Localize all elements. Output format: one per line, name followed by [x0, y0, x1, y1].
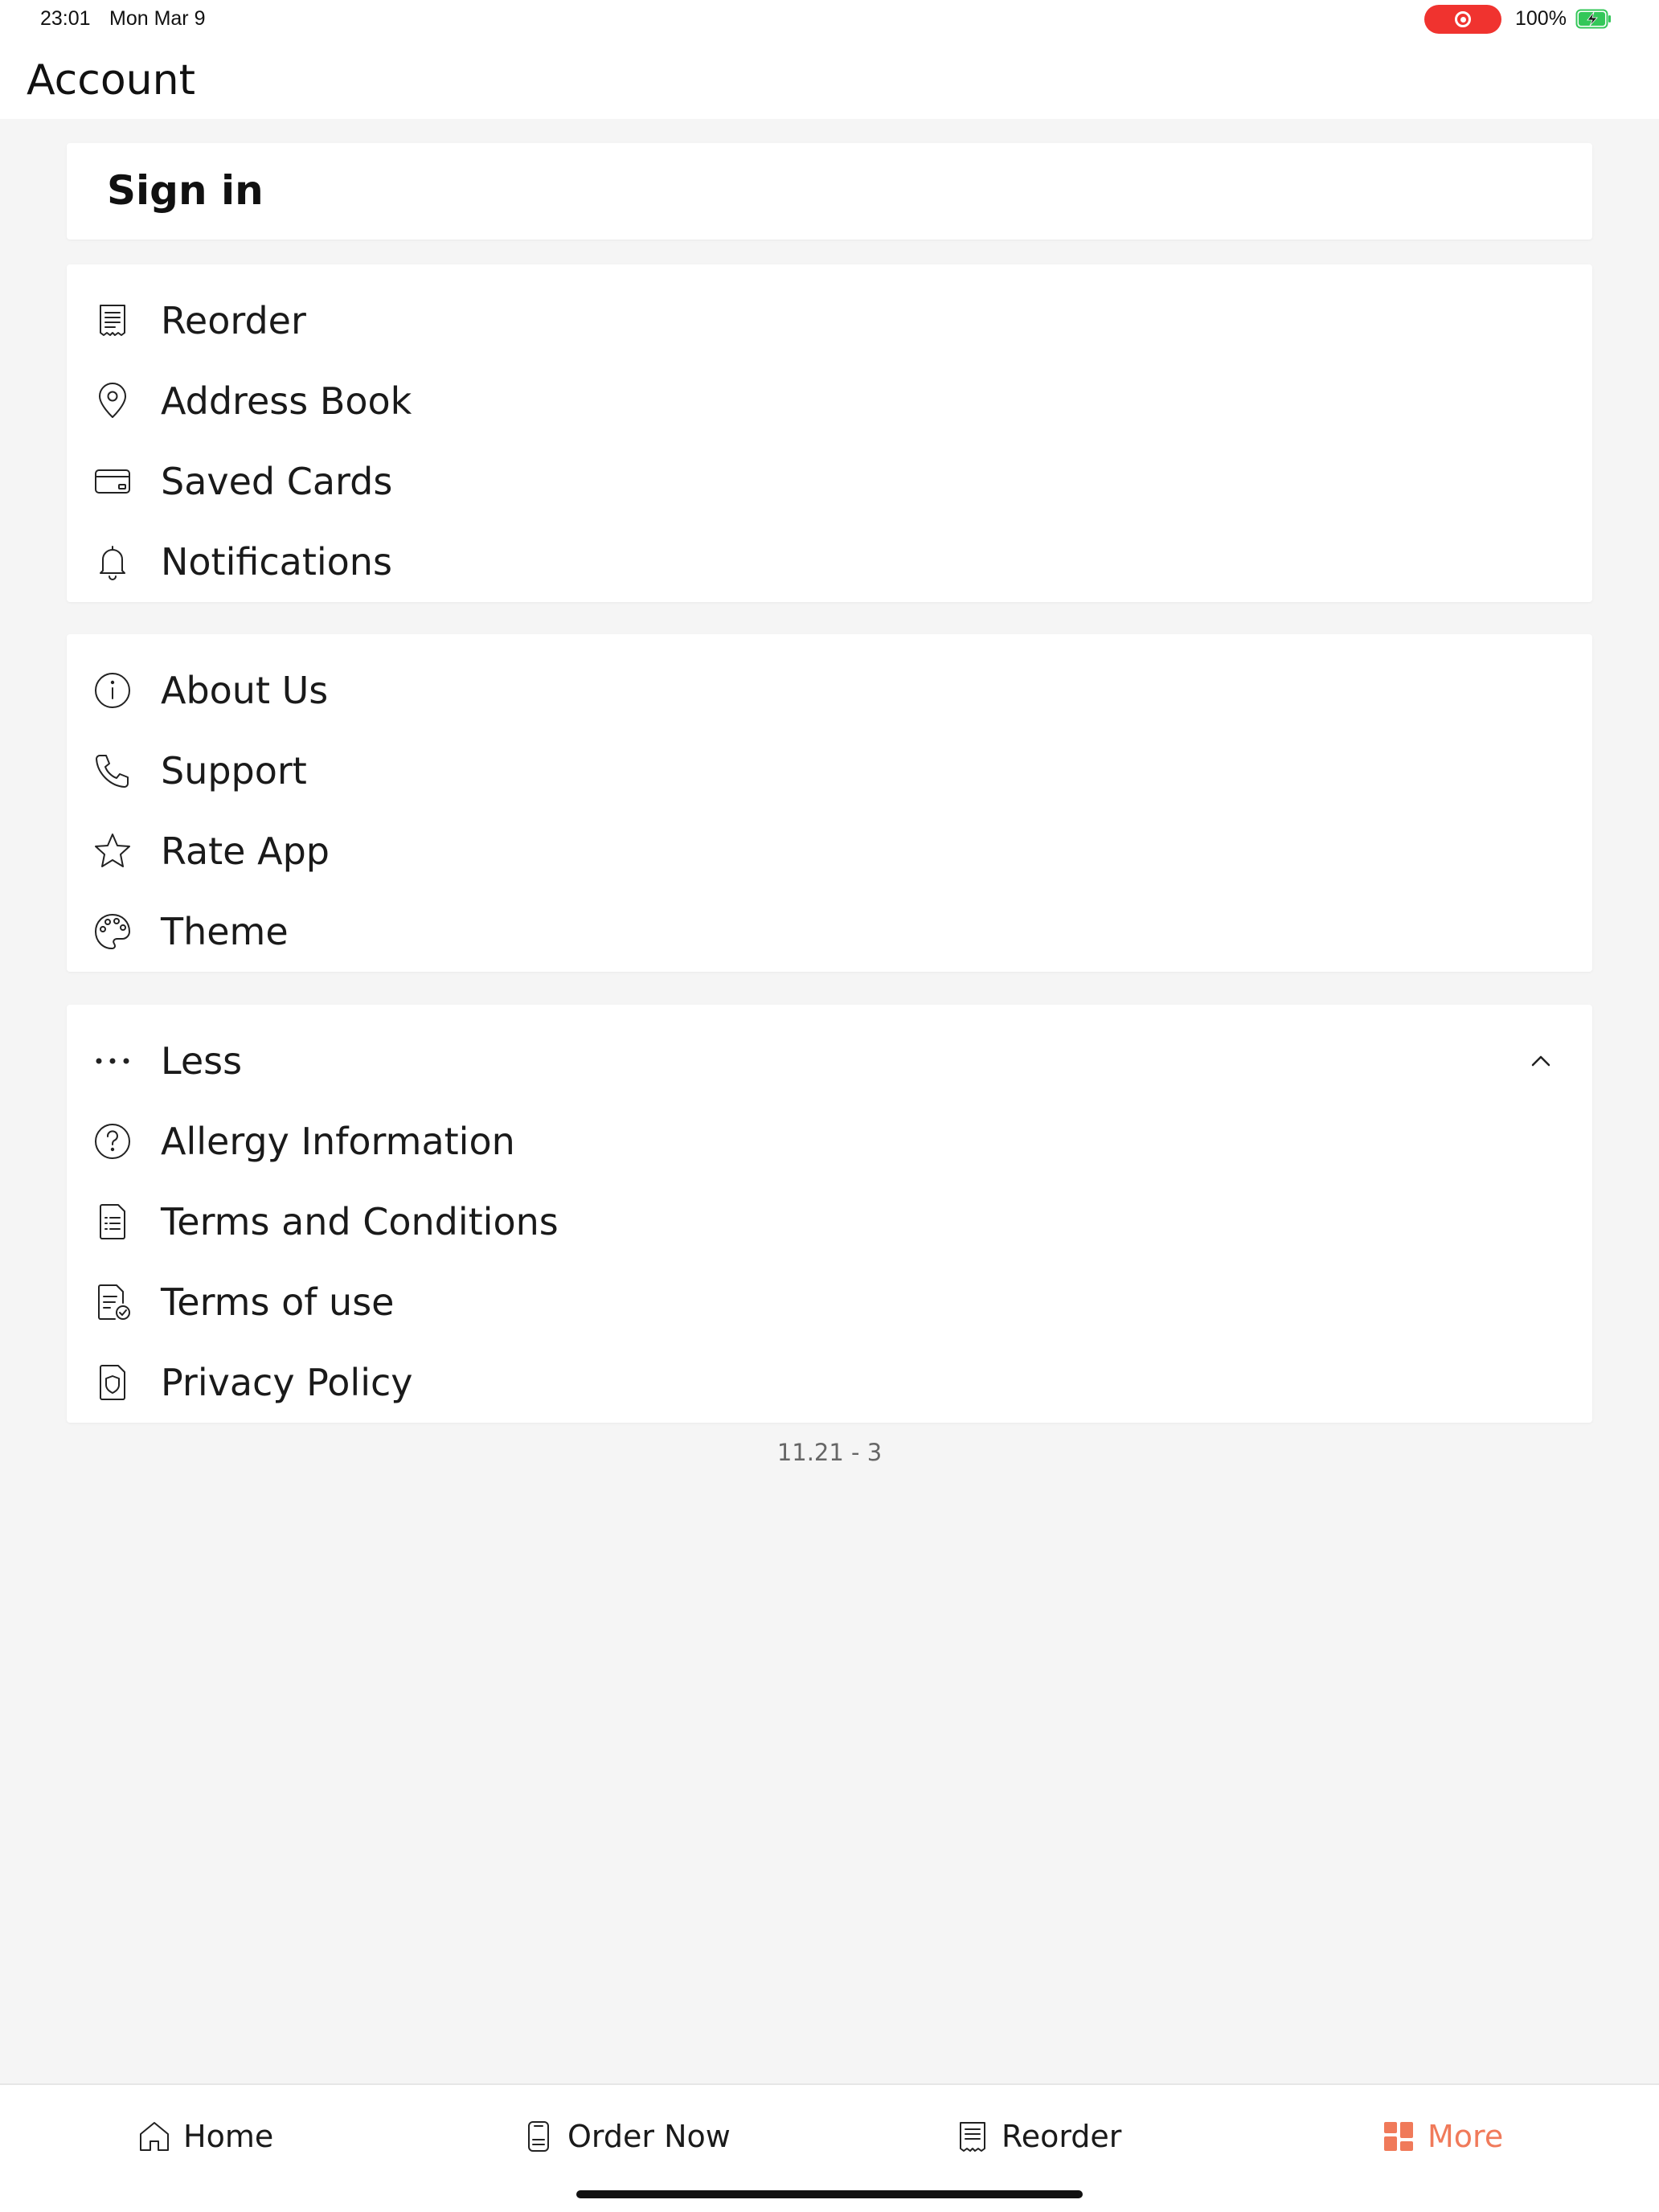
menu-item-terms-and-conditions[interactable]: Terms and Conditions [67, 1182, 1592, 1262]
menu-item-terms-of-use[interactable]: Terms of use [67, 1262, 1592, 1342]
page-title: Account [27, 56, 195, 104]
menu-item-label: Rate App [161, 830, 330, 873]
info-menu-group: About Us Support Rate App Theme [67, 634, 1592, 972]
menu-item-support[interactable]: Support [67, 731, 1592, 811]
document-list-icon [92, 1202, 133, 1242]
menu-item-label: Theme [161, 910, 289, 953]
more-dots-icon [92, 1041, 133, 1081]
battery-charging-icon [1575, 9, 1611, 29]
location-pin-icon [92, 381, 133, 421]
menu-item-address-book[interactable]: Address Book [67, 361, 1592, 441]
battery-percentage: 100% [1515, 7, 1567, 30]
grid-icon [1384, 2122, 1413, 2151]
menu-item-privacy-policy[interactable]: Privacy Policy [67, 1342, 1592, 1423]
question-circle-icon [92, 1121, 133, 1161]
tab-more[interactable]: More [1381, 2112, 1503, 2161]
menu-item-rate-app[interactable]: Rate App [67, 811, 1592, 891]
home-icon [140, 2122, 169, 2151]
screen-recording-indicator[interactable] [1424, 5, 1501, 34]
app-version: 11.21 - 3 [776, 1439, 883, 1466]
sign-in-card[interactable]: Sign in [67, 143, 1592, 240]
menu-item-label: Allergy Information [161, 1120, 515, 1163]
menu-item-label: Saved Cards [161, 460, 393, 503]
menu-item-label: Notifications [161, 540, 392, 584]
sign-in-label: Sign in [107, 167, 264, 214]
tab-reorder[interactable]: Reorder [955, 2112, 1121, 2161]
receipt-icon [92, 301, 133, 341]
palette-icon [92, 911, 133, 952]
menu-item-reorder[interactable]: Reorder [67, 281, 1592, 361]
shield-document-icon [92, 1362, 133, 1403]
info-icon [92, 670, 133, 711]
credit-card-icon [92, 461, 133, 502]
account-menu-group: Reorder Address Book Saved Cards Notific… [67, 264, 1592, 602]
status-date: Mon Mar 9 [109, 7, 206, 30]
less-label: Less [161, 1039, 243, 1083]
tab-order-now[interactable]: Order Now [521, 2112, 731, 2161]
tab-label: More [1428, 2119, 1504, 2154]
menu-item-label: Address Book [161, 379, 412, 423]
menu-item-about-us[interactable]: About Us [67, 650, 1592, 731]
order-icon [528, 2121, 549, 2152]
menu-item-label: Terms of use [161, 1280, 395, 1324]
record-icon [1455, 11, 1471, 27]
status-time: 23:01 [40, 7, 91, 30]
tab-label: Order Now [567, 2119, 731, 2154]
bell-icon [92, 542, 133, 582]
menu-item-allergy-information[interactable]: Allergy Information [67, 1101, 1592, 1182]
home-indicator[interactable] [576, 2190, 1083, 2198]
tab-label: Reorder [1002, 2119, 1122, 2154]
header: Account [0, 39, 1659, 119]
star-icon [92, 831, 133, 871]
menu-item-label: Support [161, 749, 307, 793]
menu-item-label: About Us [161, 669, 329, 712]
status-bar: 23:01 Mon Mar 9 100% [0, 0, 1659, 39]
phone-icon [92, 751, 133, 791]
menu-item-theme[interactable]: Theme [67, 891, 1592, 972]
more-menu-group: Less Allergy Information Terms and Condi… [67, 1005, 1592, 1423]
menu-item-saved-cards[interactable]: Saved Cards [67, 441, 1592, 522]
chevron-up-icon[interactable] [1528, 1048, 1554, 1074]
menu-item-label: Terms and Conditions [161, 1200, 559, 1243]
less-toggle[interactable]: Less [67, 1021, 1592, 1101]
menu-item-label: Reorder [161, 299, 306, 342]
tab-home[interactable]: Home [137, 2112, 273, 2161]
document-check-icon [92, 1282, 133, 1322]
tab-label: Home [183, 2119, 274, 2154]
receipt-icon [960, 2122, 985, 2152]
menu-item-notifications[interactable]: Notifications [67, 522, 1592, 602]
menu-item-label: Privacy Policy [161, 1361, 413, 1404]
